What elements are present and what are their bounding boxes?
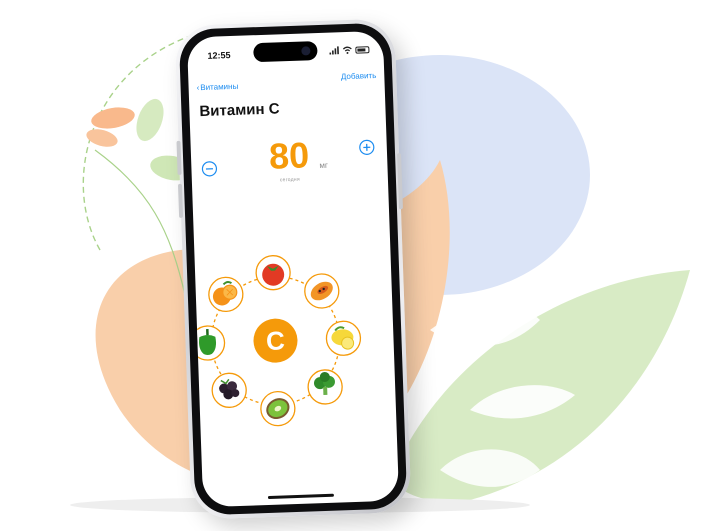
app-screen: 12:55 ‹ Витамины Добавить Витамин С 80 с…	[186, 30, 400, 508]
food-item-blackberry[interactable]	[211, 372, 247, 408]
food-item-papaya[interactable]	[304, 273, 340, 309]
vitamin-letter: C	[266, 325, 286, 356]
green-petal-1	[136, 98, 164, 142]
food-wheel: C	[189, 255, 362, 427]
orange-petal-2	[86, 129, 118, 147]
vitamin-c-badge: C	[253, 318, 298, 363]
food-item-orange[interactable]	[208, 276, 244, 313]
phone-mockup: 12:55 ‹ Витамины Добавить Витамин С 80 с…	[174, 18, 412, 520]
food-item-broccoli[interactable]	[307, 369, 343, 405]
orange-petal-1	[91, 107, 135, 129]
food-item-lemon[interactable]	[325, 320, 362, 356]
food-item-kiwi[interactable]	[260, 390, 296, 427]
food-item-tomato[interactable]	[255, 255, 291, 291]
